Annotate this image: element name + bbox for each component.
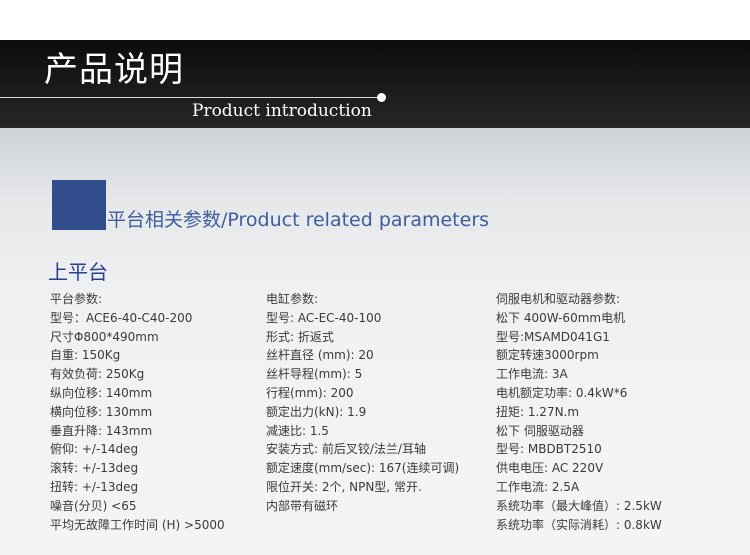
spec-line: 限位开关: 2个, NPN型, 常开. [266,479,422,494]
section-title: 平台相关参数/Product related parameters [107,209,490,231]
spec-line: 电机额定功率: 0.4kW*6 [496,385,628,400]
spec-line: 松下 400W-60mm电机 [496,310,626,325]
spec-line: 丝杆直径 (mm): 20 [266,348,374,363]
spec-line: 额定速度(mm/sec): 167(连续可调) [266,461,460,476]
spec-line: 系统功率（最大峰值）: 2.5kW [496,498,662,513]
spec-line: 型号:MSAMD041G1 [496,329,610,344]
spec-line: 型号: MBDBT2510 [496,442,602,457]
spec-line: 平均无故障工作时间 (H) >5000 [50,517,225,532]
spec-line: 噪音(分贝) <65 [50,498,137,513]
spec-line: 内部带有磁环 [266,498,339,513]
spec-line: 额定转速3000rpm [496,348,599,363]
spec-line: 松下 伺服驱动器 [496,423,584,438]
spec-line: 横向位移: 130mm [50,404,153,419]
title-divider-line [0,97,380,98]
spec-line: 俯仰: +/-14deg [50,442,139,457]
spec-line: 尺寸Φ800*490mm [50,329,159,344]
spec-line: 系统功率（实际消耗）: 0.8kW [496,517,662,532]
spec-column-platform: 平台参数: 型号：ACE6-40-C40-200 尺寸Φ800*490mm 自重: 1… [50,290,225,534]
spec-line: 伺服电机和驱动器参数: [496,292,621,306]
spec-line: 垂直升降: 143mm [50,423,153,438]
spec-line: 安装方式: 前后叉铰/法兰/耳轴 [266,442,426,457]
spec-line: 纵向位移: 140mm [50,385,153,400]
spec-line: 自重: 150Kg [50,348,121,363]
spec-line: 额定出力(kN): 1.9 [266,404,367,419]
spec-line: 减速比: 1.5 [266,423,329,438]
spec-line: 型号: AC-EC-40-100 [266,310,382,325]
section-accent-block [52,180,106,230]
spec-line: 型号：ACE6-40-C40-200 [50,310,193,325]
spec-line: 工作电流: 3A [496,367,568,382]
page-title: 产品说明 [44,50,184,90]
spec-line: 行程(mm): 200 [266,385,354,400]
spec-line: 有效负荷: 250Kg [50,367,145,382]
spec-line: 滚转: +/-13deg [50,461,139,476]
page-subtitle: Product introduction [192,101,372,121]
spec-line: 平台参数: [50,292,103,306]
title-divider-dot [377,93,386,102]
spec-line: 电缸参数: [266,292,319,306]
spec-column-servo: 伺服电机和驱动器参数: 松下 400W-60mm电机 型号:MSAMD041G1 额定… [496,290,662,534]
spec-line: 扭矩: 1.27N.m [496,404,580,419]
spec-column-cylinder: 电缸参数: 型号: AC-EC-40-100 形式: 折返式丝杆直径 (mm): 2… [266,290,459,516]
spec-line: 丝杆导程(mm): 5 [266,367,363,382]
spec-line: 工作电流: 2.5A [496,479,580,494]
spec-line: 扭转: +/-13deg [50,479,139,494]
header-band: 产品说明 Product introduction [0,40,750,128]
spec-line: 形式: 折返式 [266,329,334,344]
top-margin [0,0,750,40]
spec-line: 供电电压: AC 220V [496,461,604,476]
subsection-title: 上平台 [48,260,108,284]
